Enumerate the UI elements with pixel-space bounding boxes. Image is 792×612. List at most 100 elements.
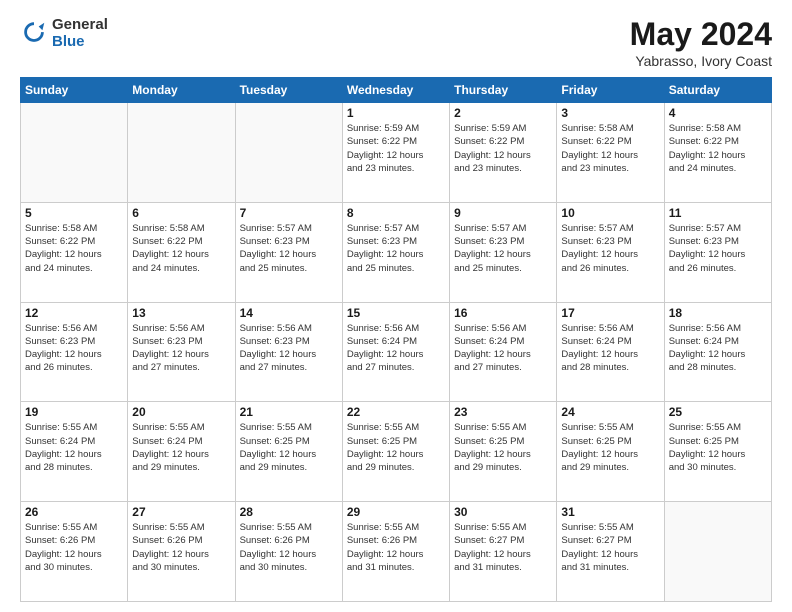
col-monday: Monday — [128, 78, 235, 103]
col-thursday: Thursday — [450, 78, 557, 103]
col-tuesday: Tuesday — [235, 78, 342, 103]
day-info: Sunrise: 5:56 AM Sunset: 6:23 PM Dayligh… — [25, 322, 123, 375]
day-number: 30 — [454, 505, 552, 519]
day-number: 17 — [561, 306, 659, 320]
calendar-cell: 12 Sunrise: 5:56 AM Sunset: 6:23 PM Dayli… — [21, 302, 128, 402]
day-info: Sunrise: 5:58 AM Sunset: 6:22 PM Dayligh… — [669, 122, 767, 175]
calendar-subtitle: Yabrasso, Ivory Coast — [630, 53, 772, 69]
day-info: Sunrise: 5:55 AM Sunset: 6:25 PM Dayligh… — [669, 421, 767, 474]
calendar-week-2: 5 Sunrise: 5:58 AM Sunset: 6:22 PM Daylig… — [21, 202, 772, 302]
day-info: Sunrise: 5:55 AM Sunset: 6:26 PM Dayligh… — [240, 521, 338, 574]
day-number: 29 — [347, 505, 445, 519]
day-number: 22 — [347, 405, 445, 419]
day-info: Sunrise: 5:58 AM Sunset: 6:22 PM Dayligh… — [25, 222, 123, 275]
day-info: Sunrise: 5:55 AM Sunset: 6:27 PM Dayligh… — [561, 521, 659, 574]
calendar-cell: 2 Sunrise: 5:59 AM Sunset: 6:22 PM Daylig… — [450, 103, 557, 203]
day-number: 19 — [25, 405, 123, 419]
day-info: Sunrise: 5:57 AM Sunset: 6:23 PM Dayligh… — [561, 222, 659, 275]
calendar-cell: 14 Sunrise: 5:56 AM Sunset: 6:23 PM Dayli… — [235, 302, 342, 402]
header: General Blue May 2024 Yabrasso, Ivory Co… — [20, 16, 772, 69]
day-info: Sunrise: 5:57 AM Sunset: 6:23 PM Dayligh… — [454, 222, 552, 275]
calendar-body: 1 Sunrise: 5:59 AM Sunset: 6:22 PM Daylig… — [21, 103, 772, 602]
calendar-cell: 19Sunrise: 5:55 AM Sunset: 6:24 PM Dayli… — [21, 402, 128, 502]
day-number: 24 — [561, 405, 659, 419]
col-sunday: Sunday — [21, 78, 128, 103]
header-row: Sunday Monday Tuesday Wednesday Thursday… — [21, 78, 772, 103]
calendar-cell: 7 Sunrise: 5:57 AM Sunset: 6:23 PM Daylig… — [235, 202, 342, 302]
calendar-table: Sunday Monday Tuesday Wednesday Thursday… — [20, 77, 772, 602]
day-info: Sunrise: 5:55 AM Sunset: 6:25 PM Dayligh… — [454, 421, 552, 474]
title-block: May 2024 Yabrasso, Ivory Coast — [630, 16, 772, 69]
calendar-cell: 16 Sunrise: 5:56 AM Sunset: 6:24 PM Dayli… — [450, 302, 557, 402]
day-info: Sunrise: 5:57 AM Sunset: 6:23 PM Dayligh… — [240, 222, 338, 275]
calendar-cell — [21, 103, 128, 203]
calendar-cell: 29 Sunrise: 5:55 AM Sunset: 6:26 PM Dayli… — [342, 502, 449, 602]
day-number: 12 — [25, 306, 123, 320]
day-number: 16 — [454, 306, 552, 320]
day-info: Sunrise: 5:56 AM Sunset: 6:23 PM Dayligh… — [132, 322, 230, 375]
day-info: Sunrise: 5:55 AM Sunset: 6:26 PM Dayligh… — [132, 521, 230, 574]
calendar-cell: 5 Sunrise: 5:58 AM Sunset: 6:22 PM Daylig… — [21, 202, 128, 302]
calendar-cell: 18 Sunrise: 5:56 AM Sunset: 6:24 PM Dayli… — [664, 302, 771, 402]
calendar-cell: 23 Sunrise: 5:55 AM Sunset: 6:25 PM Dayli… — [450, 402, 557, 502]
day-number: 10 — [561, 206, 659, 220]
day-info: Sunrise: 5:59 AM Sunset: 6:22 PM Dayligh… — [347, 122, 445, 175]
col-saturday: Saturday — [664, 78, 771, 103]
logo-general: General — [52, 16, 108, 33]
calendar-cell — [235, 103, 342, 203]
day-number: 31 — [561, 505, 659, 519]
calendar-title: May 2024 — [630, 16, 772, 53]
calendar-cell: 3Sunrise: 5:58 AM Sunset: 6:22 PM Daylig… — [557, 103, 664, 203]
day-number: 15 — [347, 306, 445, 320]
calendar-cell: 27 Sunrise: 5:55 AM Sunset: 6:26 PM Dayli… — [128, 502, 235, 602]
day-info: Sunrise: 5:58 AM Sunset: 6:22 PM Dayligh… — [561, 122, 659, 175]
day-number: 27 — [132, 505, 230, 519]
day-number: 23 — [454, 405, 552, 419]
day-info: Sunrise: 5:55 AM Sunset: 6:24 PM Dayligh… — [132, 421, 230, 474]
calendar-cell: 6 Sunrise: 5:58 AM Sunset: 6:22 PM Daylig… — [128, 202, 235, 302]
day-number: 14 — [240, 306, 338, 320]
day-info: Sunrise: 5:55 AM Sunset: 6:26 PM Dayligh… — [25, 521, 123, 574]
day-info: Sunrise: 5:55 AM Sunset: 6:25 PM Dayligh… — [561, 421, 659, 474]
day-number: 6 — [132, 206, 230, 220]
calendar-week-3: 12 Sunrise: 5:56 AM Sunset: 6:23 PM Dayli… — [21, 302, 772, 402]
calendar-cell: 21 Sunrise: 5:55 AM Sunset: 6:25 PM Dayli… — [235, 402, 342, 502]
calendar-cell: 28Sunrise: 5:55 AM Sunset: 6:26 PM Dayli… — [235, 502, 342, 602]
day-info: Sunrise: 5:55 AM Sunset: 6:26 PM Dayligh… — [347, 521, 445, 574]
day-number: 21 — [240, 405, 338, 419]
calendar-cell: 9 Sunrise: 5:57 AM Sunset: 6:23 PM Daylig… — [450, 202, 557, 302]
calendar-header: Sunday Monday Tuesday Wednesday Thursday… — [21, 78, 772, 103]
calendar-cell — [664, 502, 771, 602]
calendar-week-4: 19 Sunrise: 5:55 AM Sunset: 6:24 PM Dayli… — [21, 402, 772, 502]
day-number: 9 — [454, 206, 552, 220]
calendar-cell: 20Sunrise: 5:55 AM Sunset: 6:24 PM Dayli… — [128, 402, 235, 502]
day-number: 7 — [240, 206, 338, 220]
col-friday: Friday — [557, 78, 664, 103]
calendar-cell: 31 Sunrise: 5:55 AM Sunset: 6:27 PM Dayli… — [557, 502, 664, 602]
day-info: Sunrise: 5:55 AM Sunset: 6:25 PM Dayligh… — [347, 421, 445, 474]
day-info: Sunrise: 5:56 AM Sunset: 6:23 PM Dayligh… — [240, 322, 338, 375]
calendar-cell: 10 Sunrise: 5:57 AM Sunset: 6:23 PM Dayli… — [557, 202, 664, 302]
day-info: Sunrise: 5:59 AM Sunset: 6:22 PM Dayligh… — [454, 122, 552, 175]
day-number: 18 — [669, 306, 767, 320]
logo-icon — [20, 19, 48, 47]
logo-text: General Blue — [52, 16, 108, 51]
day-number: 1 — [347, 106, 445, 120]
day-number: 2 — [454, 106, 552, 120]
day-info: Sunrise: 5:56 AM Sunset: 6:24 PM Dayligh… — [561, 322, 659, 375]
day-number: 5 — [25, 206, 123, 220]
day-info: Sunrise: 5:55 AM Sunset: 6:27 PM Dayligh… — [454, 521, 552, 574]
day-number: 11 — [669, 206, 767, 220]
day-number: 4 — [669, 106, 767, 120]
calendar-cell: 8Sunrise: 5:57 AM Sunset: 6:23 PM Daylig… — [342, 202, 449, 302]
day-number: 26 — [25, 505, 123, 519]
day-info: Sunrise: 5:57 AM Sunset: 6:23 PM Dayligh… — [347, 222, 445, 275]
day-info: Sunrise: 5:56 AM Sunset: 6:24 PM Dayligh… — [669, 322, 767, 375]
calendar-cell: 17 Sunrise: 5:56 AM Sunset: 6:24 PM Dayli… — [557, 302, 664, 402]
day-info: Sunrise: 5:56 AM Sunset: 6:24 PM Dayligh… — [454, 322, 552, 375]
day-info: Sunrise: 5:55 AM Sunset: 6:25 PM Dayligh… — [240, 421, 338, 474]
calendar-cell: 4 Sunrise: 5:58 AM Sunset: 6:22 PM Daylig… — [664, 103, 771, 203]
day-info: Sunrise: 5:58 AM Sunset: 6:22 PM Dayligh… — [132, 222, 230, 275]
calendar-cell: 25Sunrise: 5:55 AM Sunset: 6:25 PM Dayli… — [664, 402, 771, 502]
calendar-cell: 15Sunrise: 5:56 AM Sunset: 6:24 PM Dayli… — [342, 302, 449, 402]
